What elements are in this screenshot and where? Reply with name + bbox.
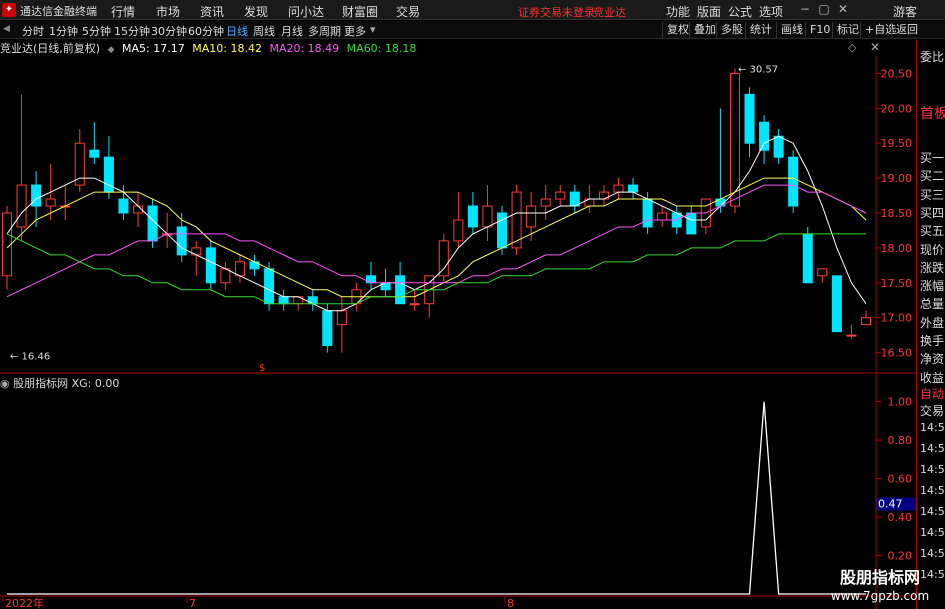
candle-body [74,142,85,186]
candle-body [45,198,56,207]
candle-body [773,135,784,158]
candle-body [438,240,449,277]
candle-body [336,310,347,326]
candle-body [642,198,653,228]
auto-label[interactable]: 自动 [920,385,944,402]
candle-body [482,205,493,228]
trade-time: 14:56 [920,526,945,539]
trade-time: 14:56 [920,505,945,518]
price-tick-label: 19.00 [881,172,913,185]
watermark-url: www.7gpzb.com [830,589,930,603]
candle-body [831,275,842,333]
indicator-tick-label: 0.80 [888,434,913,447]
indicator-tick-label: 0.60 [888,473,913,486]
candle-body [628,184,639,193]
indicator-info: ◉ 股朋指标网 XG: 0.00 [0,375,119,391]
price-tick-label: 17.50 [881,277,913,290]
trade-time: 14:55 [920,421,945,434]
candle-body [802,233,813,284]
candle-body [89,149,100,158]
trade-label: 交易 [920,404,945,418]
quote-field-label: 买一 [920,151,945,165]
watermark-title: 股朋指标网 [839,568,920,587]
candle-body [860,317,872,326]
quote-field-label: 买三 [920,187,945,202]
candle-body [220,268,231,284]
price-tick-label: 18.00 [881,242,913,255]
quote-field-label: 换手 [920,334,945,348]
first-board-label: 首板 [920,106,945,122]
candle-body [657,212,668,221]
price-tick-label: 20.00 [881,102,913,115]
candle-body [613,184,624,193]
candle-body [395,275,406,305]
candle-body [759,121,770,151]
quote-side-panel: 委比 首板 买一买二买三买四买五现价涨跌涨幅总量外盘换手净资收益 自动 交易 1… [916,40,945,609]
quote-field-label: 买五 [920,224,945,239]
candle-body [467,205,478,228]
candle-body [205,247,216,284]
quote-field-label: 买四 [920,205,945,220]
price-tick-label: 17.00 [881,312,913,325]
trade-time: 14:55 [920,463,945,476]
trade-time: 14:55 [920,442,945,455]
quote-field-label: 收益 [920,370,945,385]
candle-body [817,268,828,277]
candle-body [264,268,275,305]
candle-body [31,184,42,207]
indicator-icon[interactable]: ◉ [0,377,10,390]
current-value-label: 0.47 [878,498,903,511]
candle-body [322,310,333,347]
price-tick-label: 19.50 [881,137,913,150]
candle-body [729,72,740,207]
quote-field-label: 涨跌 [920,260,945,275]
candle-body [453,219,464,242]
weibi-label: 委比 [920,50,945,64]
trade-time: 14:56 [920,484,945,497]
candle-body [234,261,245,277]
quote-field-label: 外盘 [920,315,945,330]
kline-chart[interactable]: 16.50 17.00 17.50 18.00 18.50 19.00 19.50 20.00… [0,0,945,609]
candle-body [744,93,755,144]
candle-body [16,184,27,228]
candle-body [788,156,799,207]
indicator-tick-label: 0.20 [888,550,913,563]
price-tick-label: 20.50 [881,67,913,80]
price-annotation: ← 16.46 [10,351,50,362]
indicator-tick-label: 1.00 [888,396,913,409]
indicator-tick-label: 0.40 [888,511,913,524]
price-tick-label: 18.50 [881,207,913,220]
candle-body [409,303,420,306]
signal-marker: $ [259,363,265,374]
quote-field-label: 买二 [920,169,945,184]
ma-line-ma60 [6,233,866,305]
quote-field-label: 总量 [920,297,945,312]
quote-field-label: 净资 [920,352,945,367]
xg-line [7,401,866,595]
candle-body [569,191,580,207]
price-tick-label: 16.50 [881,347,913,360]
watermark: 股朋指标网 www.7gpzb.com [822,568,938,606]
indicator-label: 股朋指标网 XG: 0.00 [13,377,120,390]
date-label: 2022年 [5,596,44,609]
price-annotation: ← 30.57 [738,65,778,76]
trade-time: 14:56 [920,547,945,560]
candle-body [526,205,537,228]
candle-body [846,334,857,337]
candle-body [540,198,551,207]
date-label: 8 [507,597,514,609]
candle-body [555,191,566,200]
quote-field-label: 涨幅 [920,279,945,294]
quote-field-label: 现价 [920,242,945,257]
candle-body [278,296,289,305]
candle-body [176,226,187,256]
date-label: 7 [189,597,196,609]
candle-body [686,212,697,235]
candle-body [118,198,129,214]
